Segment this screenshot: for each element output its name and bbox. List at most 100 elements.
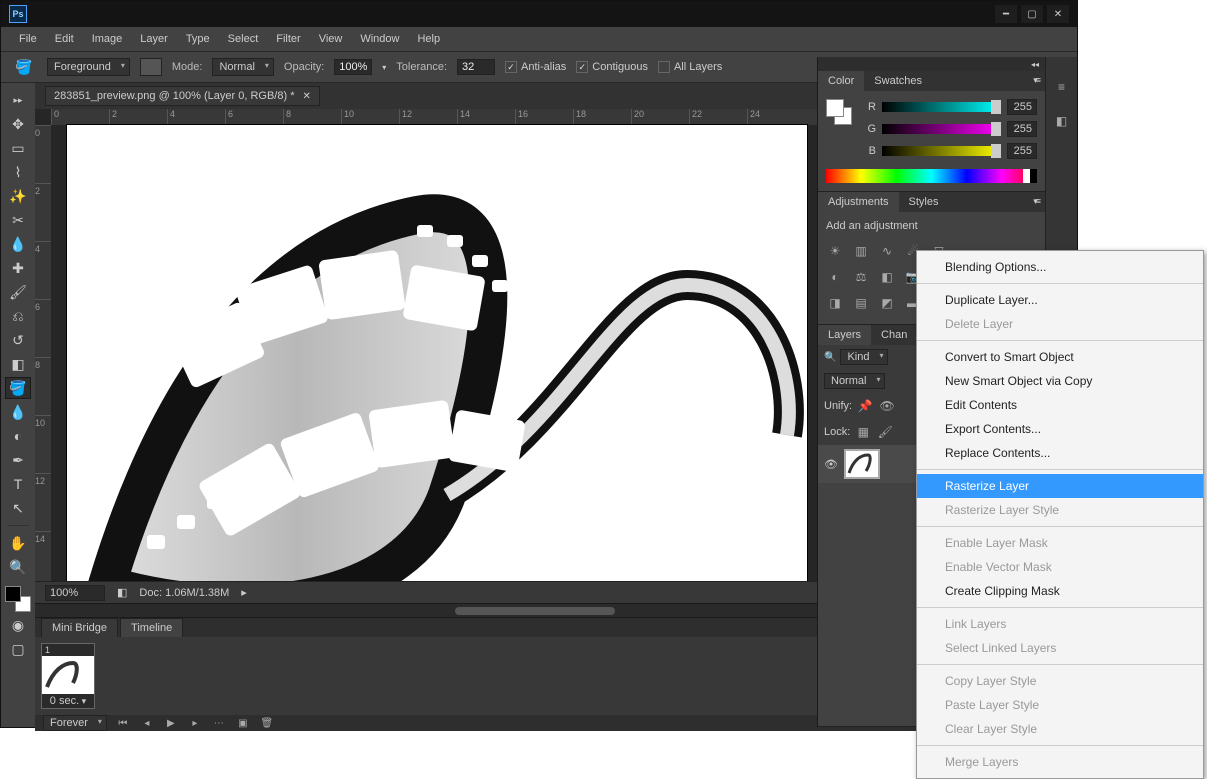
move-tool[interactable]: ✥ bbox=[5, 113, 31, 135]
tab-channels[interactable]: Chan bbox=[871, 325, 917, 345]
panel-collapse-button[interactable]: ◂◂ bbox=[818, 57, 1045, 71]
color-fg-bg-swatch[interactable] bbox=[826, 99, 852, 125]
color-value-input[interactable]: 255 bbox=[1007, 143, 1037, 159]
scrollbar-thumb[interactable] bbox=[455, 607, 615, 615]
lasso-tool[interactable]: ⌇ bbox=[5, 161, 31, 183]
menu-layer[interactable]: Layer bbox=[132, 29, 176, 49]
adjustments-panel-menu-icon[interactable]: ▾≡ bbox=[1027, 192, 1045, 212]
ruler-vertical[interactable]: 02468101214 bbox=[35, 125, 51, 581]
context-menu-item[interactable]: Blending Options... bbox=[917, 255, 1203, 279]
crop-tool[interactable]: ✂ bbox=[5, 209, 31, 231]
blend-mode-select[interactable]: Normal bbox=[212, 58, 273, 76]
properties-panel-icon[interactable]: ◧ bbox=[1052, 111, 1072, 131]
context-menu-item[interactable]: Edit Contents bbox=[917, 393, 1203, 417]
eyedropper-tool[interactable]: 💧 bbox=[5, 233, 31, 255]
quick-mask-icon[interactable]: ◉ bbox=[5, 614, 31, 636]
loop-select[interactable]: Forever bbox=[43, 715, 107, 731]
menu-window[interactable]: Window bbox=[352, 29, 407, 49]
slider-thumb[interactable] bbox=[991, 122, 1001, 136]
layer-visibility-icon[interactable]: 👁 bbox=[824, 458, 838, 471]
context-menu-item[interactable]: Replace Contents... bbox=[917, 441, 1203, 465]
window-maximize-button[interactable]: ▢ bbox=[1021, 5, 1043, 23]
screen-mode-icon[interactable]: ▢ bbox=[5, 638, 31, 660]
tab-swatches[interactable]: Swatches bbox=[864, 71, 932, 91]
doc-info-flyout-icon[interactable]: ▸ bbox=[241, 586, 247, 599]
brush-tool[interactable]: 🖌 bbox=[5, 281, 31, 303]
color-slider-b[interactable] bbox=[882, 146, 1001, 156]
healing-brush-tool[interactable]: ✚ bbox=[5, 257, 31, 279]
lock-pixels-icon[interactable]: ▦ bbox=[854, 423, 872, 441]
menu-view[interactable]: View bbox=[311, 29, 351, 49]
first-frame-button[interactable]: ⏮ bbox=[115, 715, 131, 731]
clone-stamp-tool[interactable]: ⎌ bbox=[5, 305, 31, 327]
slider-thumb[interactable] bbox=[991, 100, 1001, 114]
type-tool[interactable]: T bbox=[5, 473, 31, 495]
magic-wand-tool[interactable]: ✨ bbox=[5, 185, 31, 207]
zoom-tool[interactable]: 🔍 bbox=[5, 556, 31, 578]
threshold-icon[interactable]: ◩ bbox=[878, 294, 896, 312]
slider-thumb[interactable] bbox=[991, 144, 1001, 158]
nav-icon[interactable]: ◧ bbox=[117, 586, 127, 599]
menu-filter[interactable]: Filter bbox=[268, 29, 308, 49]
fg-color-swatch[interactable] bbox=[5, 586, 21, 602]
tab-color[interactable]: Color bbox=[818, 71, 864, 91]
opacity-flyout-icon[interactable]: ▾ bbox=[382, 63, 386, 72]
color-value-input[interactable]: 255 bbox=[1007, 99, 1037, 115]
pattern-swatch[interactable] bbox=[140, 58, 162, 76]
history-brush-tool[interactable]: ↺ bbox=[5, 329, 31, 351]
color-value-input[interactable]: 255 bbox=[1007, 121, 1037, 137]
next-frame-button[interactable]: ▸ bbox=[187, 715, 203, 731]
tab-timeline[interactable]: Timeline bbox=[120, 618, 183, 637]
layer-filter-kind[interactable]: Kind bbox=[840, 349, 888, 365]
color-panel-menu-icon[interactable]: ▾≡ bbox=[1027, 71, 1045, 91]
unify-position-icon[interactable]: 📌 bbox=[856, 397, 874, 415]
fill-source-select[interactable]: Foreground bbox=[47, 58, 130, 76]
new-frame-button[interactable]: ▣ bbox=[235, 715, 251, 731]
pen-tool[interactable]: ✒ bbox=[5, 449, 31, 471]
play-button[interactable]: ▶ bbox=[163, 715, 179, 731]
invert-icon[interactable]: ◨ bbox=[826, 294, 844, 312]
color-balance-icon[interactable]: ⚖ bbox=[852, 268, 870, 286]
posterize-icon[interactable]: ▤ bbox=[852, 294, 870, 312]
marquee-tool[interactable]: ▭ bbox=[5, 137, 31, 159]
fg-bg-colors[interactable] bbox=[5, 586, 31, 612]
zoom-input[interactable]: 100% bbox=[45, 585, 105, 601]
hand-tool[interactable]: ✋ bbox=[5, 532, 31, 554]
tween-button[interactable]: ⋯ bbox=[211, 715, 227, 731]
menu-help[interactable]: Help bbox=[409, 29, 448, 49]
lock-paint-icon[interactable]: 🖌 bbox=[876, 423, 894, 441]
document-tab-close-icon[interactable]: ✕ bbox=[302, 91, 310, 102]
tab-adjustments[interactable]: Adjustments bbox=[818, 192, 899, 212]
levels-icon[interactable]: ▥ bbox=[852, 242, 870, 260]
window-close-button[interactable]: ✕ bbox=[1047, 5, 1069, 23]
blur-tool[interactable]: 💧 bbox=[5, 401, 31, 423]
context-menu-item[interactable]: Rasterize Layer bbox=[917, 474, 1203, 498]
color-fg-swatch[interactable] bbox=[826, 99, 844, 117]
context-menu-item[interactable]: Convert to Smart Object bbox=[917, 345, 1203, 369]
brightness-icon[interactable]: ☀ bbox=[826, 242, 844, 260]
unify-visibility-icon[interactable]: 👁 bbox=[878, 397, 896, 415]
tab-expand-icon[interactable]: ▸▸ bbox=[5, 89, 31, 111]
frame-delay[interactable]: 0 sec. ▾ bbox=[42, 694, 94, 708]
history-panel-icon[interactable]: ≡ bbox=[1052, 77, 1072, 97]
tolerance-input[interactable]: 32 bbox=[457, 59, 495, 75]
dodge-tool[interactable]: ◐ bbox=[5, 425, 31, 447]
context-menu-item[interactable]: Export Contents... bbox=[917, 417, 1203, 441]
tab-layers[interactable]: Layers bbox=[818, 325, 871, 345]
color-slider-g[interactable] bbox=[882, 124, 1001, 134]
menu-file[interactable]: File bbox=[11, 29, 45, 49]
paint-bucket-icon[interactable]: 🪣 bbox=[11, 56, 37, 78]
all-layers-checkbox[interactable]: All Layers bbox=[658, 61, 722, 73]
tab-styles[interactable]: Styles bbox=[899, 192, 949, 212]
antialias-checkbox[interactable]: Anti-alias bbox=[505, 61, 566, 73]
paint-bucket-tool[interactable]: 🪣 bbox=[5, 377, 31, 399]
window-minimize-button[interactable]: ━ bbox=[995, 5, 1017, 23]
menu-image[interactable]: Image bbox=[84, 29, 131, 49]
hue-sat-icon[interactable]: ◐ bbox=[826, 268, 844, 286]
color-spectrum[interactable] bbox=[826, 169, 1037, 183]
timeline-frame-thumb[interactable]: 1 0 sec. ▾ bbox=[41, 643, 95, 709]
color-slider-r[interactable] bbox=[882, 102, 1001, 112]
tab-mini-bridge[interactable]: Mini Bridge bbox=[41, 618, 118, 637]
prev-frame-button[interactable]: ◂ bbox=[139, 715, 155, 731]
bw-icon[interactable]: ◧ bbox=[878, 268, 896, 286]
